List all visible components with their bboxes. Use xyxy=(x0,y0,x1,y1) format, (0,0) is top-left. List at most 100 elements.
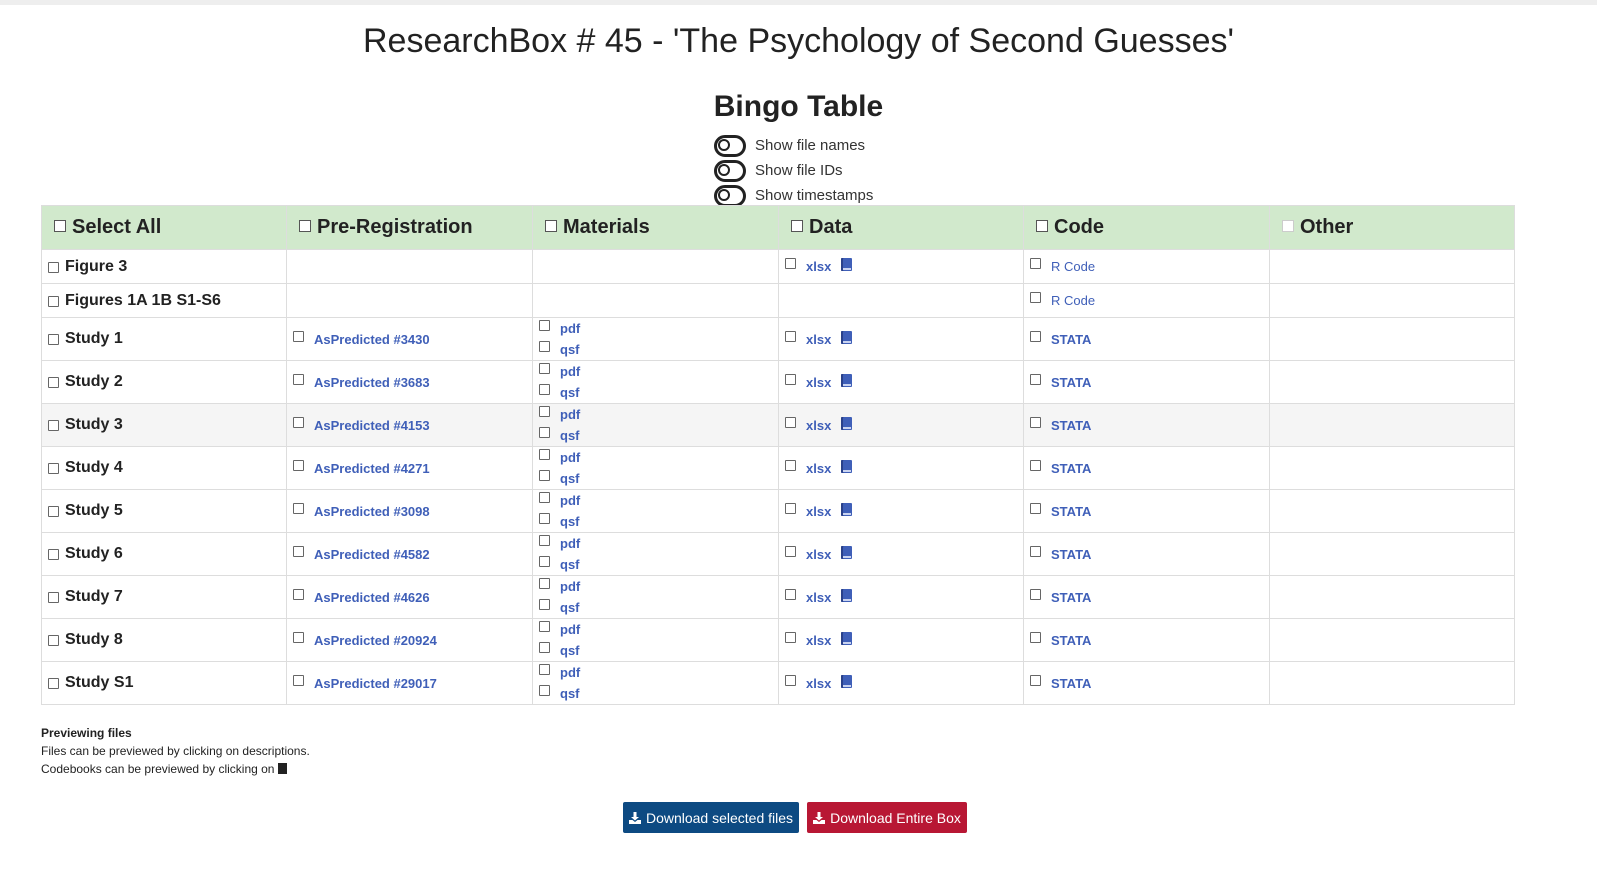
checkbox[interactable] xyxy=(1030,545,1041,557)
book-icon[interactable] xyxy=(841,373,853,387)
code-column-checkbox[interactable] xyxy=(1036,219,1048,232)
checkbox[interactable] xyxy=(539,599,550,610)
pre-registration-column-checkbox[interactable] xyxy=(299,219,311,232)
checkbox[interactable] xyxy=(48,295,59,307)
book-icon[interactable] xyxy=(841,416,853,430)
checkbox[interactable] xyxy=(539,427,550,438)
checkbox[interactable] xyxy=(1030,258,1041,269)
checkbox[interactable] xyxy=(539,664,550,675)
checkbox[interactable] xyxy=(293,545,304,557)
book-icon[interactable] xyxy=(841,545,853,559)
checkbox[interactable] xyxy=(539,621,550,632)
checkbox[interactable] xyxy=(539,535,550,546)
checkbox[interactable] xyxy=(785,330,796,342)
checkbox[interactable] xyxy=(48,592,59,604)
pre-registration-link[interactable]: AsPredicted #4271 xyxy=(314,461,430,476)
checkbox[interactable] xyxy=(785,258,796,269)
materials-link-qsf[interactable]: qsf xyxy=(560,600,580,615)
materials-link-pdf[interactable]: pdf xyxy=(560,407,580,422)
data-link[interactable]: xlsx xyxy=(806,259,831,274)
checkbox[interactable] xyxy=(539,449,550,460)
checkbox[interactable] xyxy=(539,320,550,331)
data-link[interactable]: xlsx xyxy=(806,375,831,390)
checkbox[interactable] xyxy=(48,334,59,346)
checkbox[interactable] xyxy=(48,463,59,475)
checkbox[interactable] xyxy=(539,384,550,395)
checkbox[interactable] xyxy=(785,545,796,557)
checkbox[interactable] xyxy=(785,416,796,428)
checkbox[interactable] xyxy=(1030,330,1041,342)
code-link[interactable]: STATA xyxy=(1051,418,1091,433)
checkbox[interactable] xyxy=(1030,588,1041,600)
checkbox[interactable] xyxy=(539,578,550,589)
book-icon[interactable] xyxy=(841,674,853,688)
materials-link-pdf[interactable]: pdf xyxy=(560,536,580,551)
checkbox[interactable] xyxy=(539,513,550,524)
pre-registration-link[interactable]: AsPredicted #3683 xyxy=(314,375,430,390)
data-link[interactable]: xlsx xyxy=(806,547,831,562)
code-link[interactable]: STATA xyxy=(1051,375,1091,390)
data-link[interactable]: xlsx xyxy=(806,461,831,476)
pre-registration-link[interactable]: AsPredicted #29017 xyxy=(314,676,437,691)
materials-link-pdf[interactable]: pdf xyxy=(560,493,580,508)
book-icon[interactable] xyxy=(841,330,853,344)
checkbox[interactable] xyxy=(48,506,59,518)
checkbox[interactable] xyxy=(1030,674,1041,686)
code-link[interactable]: STATA xyxy=(1051,332,1091,347)
materials-link-pdf[interactable]: pdf xyxy=(560,364,580,379)
checkbox[interactable] xyxy=(539,642,550,653)
checkbox[interactable] xyxy=(293,416,304,428)
code-link[interactable]: STATA xyxy=(1051,547,1091,562)
checkbox[interactable] xyxy=(539,341,550,352)
checkbox[interactable] xyxy=(1030,416,1041,428)
data-column-checkbox[interactable] xyxy=(791,219,803,232)
checkbox[interactable] xyxy=(48,635,59,647)
code-link[interactable]: R Code xyxy=(1051,293,1095,308)
checkbox[interactable] xyxy=(1030,502,1041,514)
checkbox[interactable] xyxy=(785,373,796,385)
toggle-switch-icon[interactable] xyxy=(714,134,746,157)
materials-link-qsf[interactable]: qsf xyxy=(560,557,580,572)
materials-link-qsf[interactable]: qsf xyxy=(560,428,580,443)
data-link[interactable]: xlsx xyxy=(806,504,831,519)
checkbox[interactable] xyxy=(293,674,304,686)
materials-link-pdf[interactable]: pdf xyxy=(560,622,580,637)
checkbox[interactable] xyxy=(539,556,550,567)
checkbox[interactable] xyxy=(48,678,59,690)
checkbox[interactable] xyxy=(539,685,550,696)
checkbox[interactable] xyxy=(48,420,59,432)
materials-link-pdf[interactable]: pdf xyxy=(560,321,580,336)
pre-registration-link[interactable]: AsPredicted #4582 xyxy=(314,547,430,562)
checkbox[interactable] xyxy=(1030,292,1041,303)
materials-link-pdf[interactable]: pdf xyxy=(560,450,580,465)
checkbox[interactable] xyxy=(293,502,304,514)
book-icon[interactable] xyxy=(841,459,853,473)
materials-link-pdf[interactable]: pdf xyxy=(560,579,580,594)
checkbox[interactable] xyxy=(293,373,304,385)
checkbox[interactable] xyxy=(785,502,796,514)
checkbox[interactable] xyxy=(539,406,550,417)
toggle-switch-icon[interactable] xyxy=(714,184,746,207)
checkbox[interactable] xyxy=(1030,459,1041,471)
code-link[interactable]: STATA xyxy=(1051,504,1091,519)
pre-registration-link[interactable]: AsPredicted #4626 xyxy=(314,590,430,605)
book-icon[interactable] xyxy=(841,588,853,602)
download-entire-box-button[interactable]: Download Entire Box xyxy=(807,802,967,833)
code-link[interactable]: R Code xyxy=(1051,259,1095,274)
materials-link-qsf[interactable]: qsf xyxy=(560,514,580,529)
checkbox[interactable] xyxy=(539,363,550,374)
checkbox[interactable] xyxy=(1030,631,1041,643)
toggle-show-file-ids[interactable]: Show file IDs xyxy=(714,158,873,183)
checkbox[interactable] xyxy=(1030,373,1041,385)
book-icon[interactable] xyxy=(841,258,853,271)
book-icon[interactable] xyxy=(841,631,853,645)
data-link[interactable]: xlsx xyxy=(806,332,831,347)
materials-link-qsf[interactable]: qsf xyxy=(560,643,580,658)
code-link[interactable]: STATA xyxy=(1051,676,1091,691)
materials-column-checkbox[interactable] xyxy=(545,219,557,232)
materials-link-qsf[interactable]: qsf xyxy=(560,385,580,400)
checkbox[interactable] xyxy=(293,588,304,600)
code-link[interactable]: STATA xyxy=(1051,590,1091,605)
code-link[interactable]: STATA xyxy=(1051,461,1091,476)
checkbox[interactable] xyxy=(48,549,59,561)
